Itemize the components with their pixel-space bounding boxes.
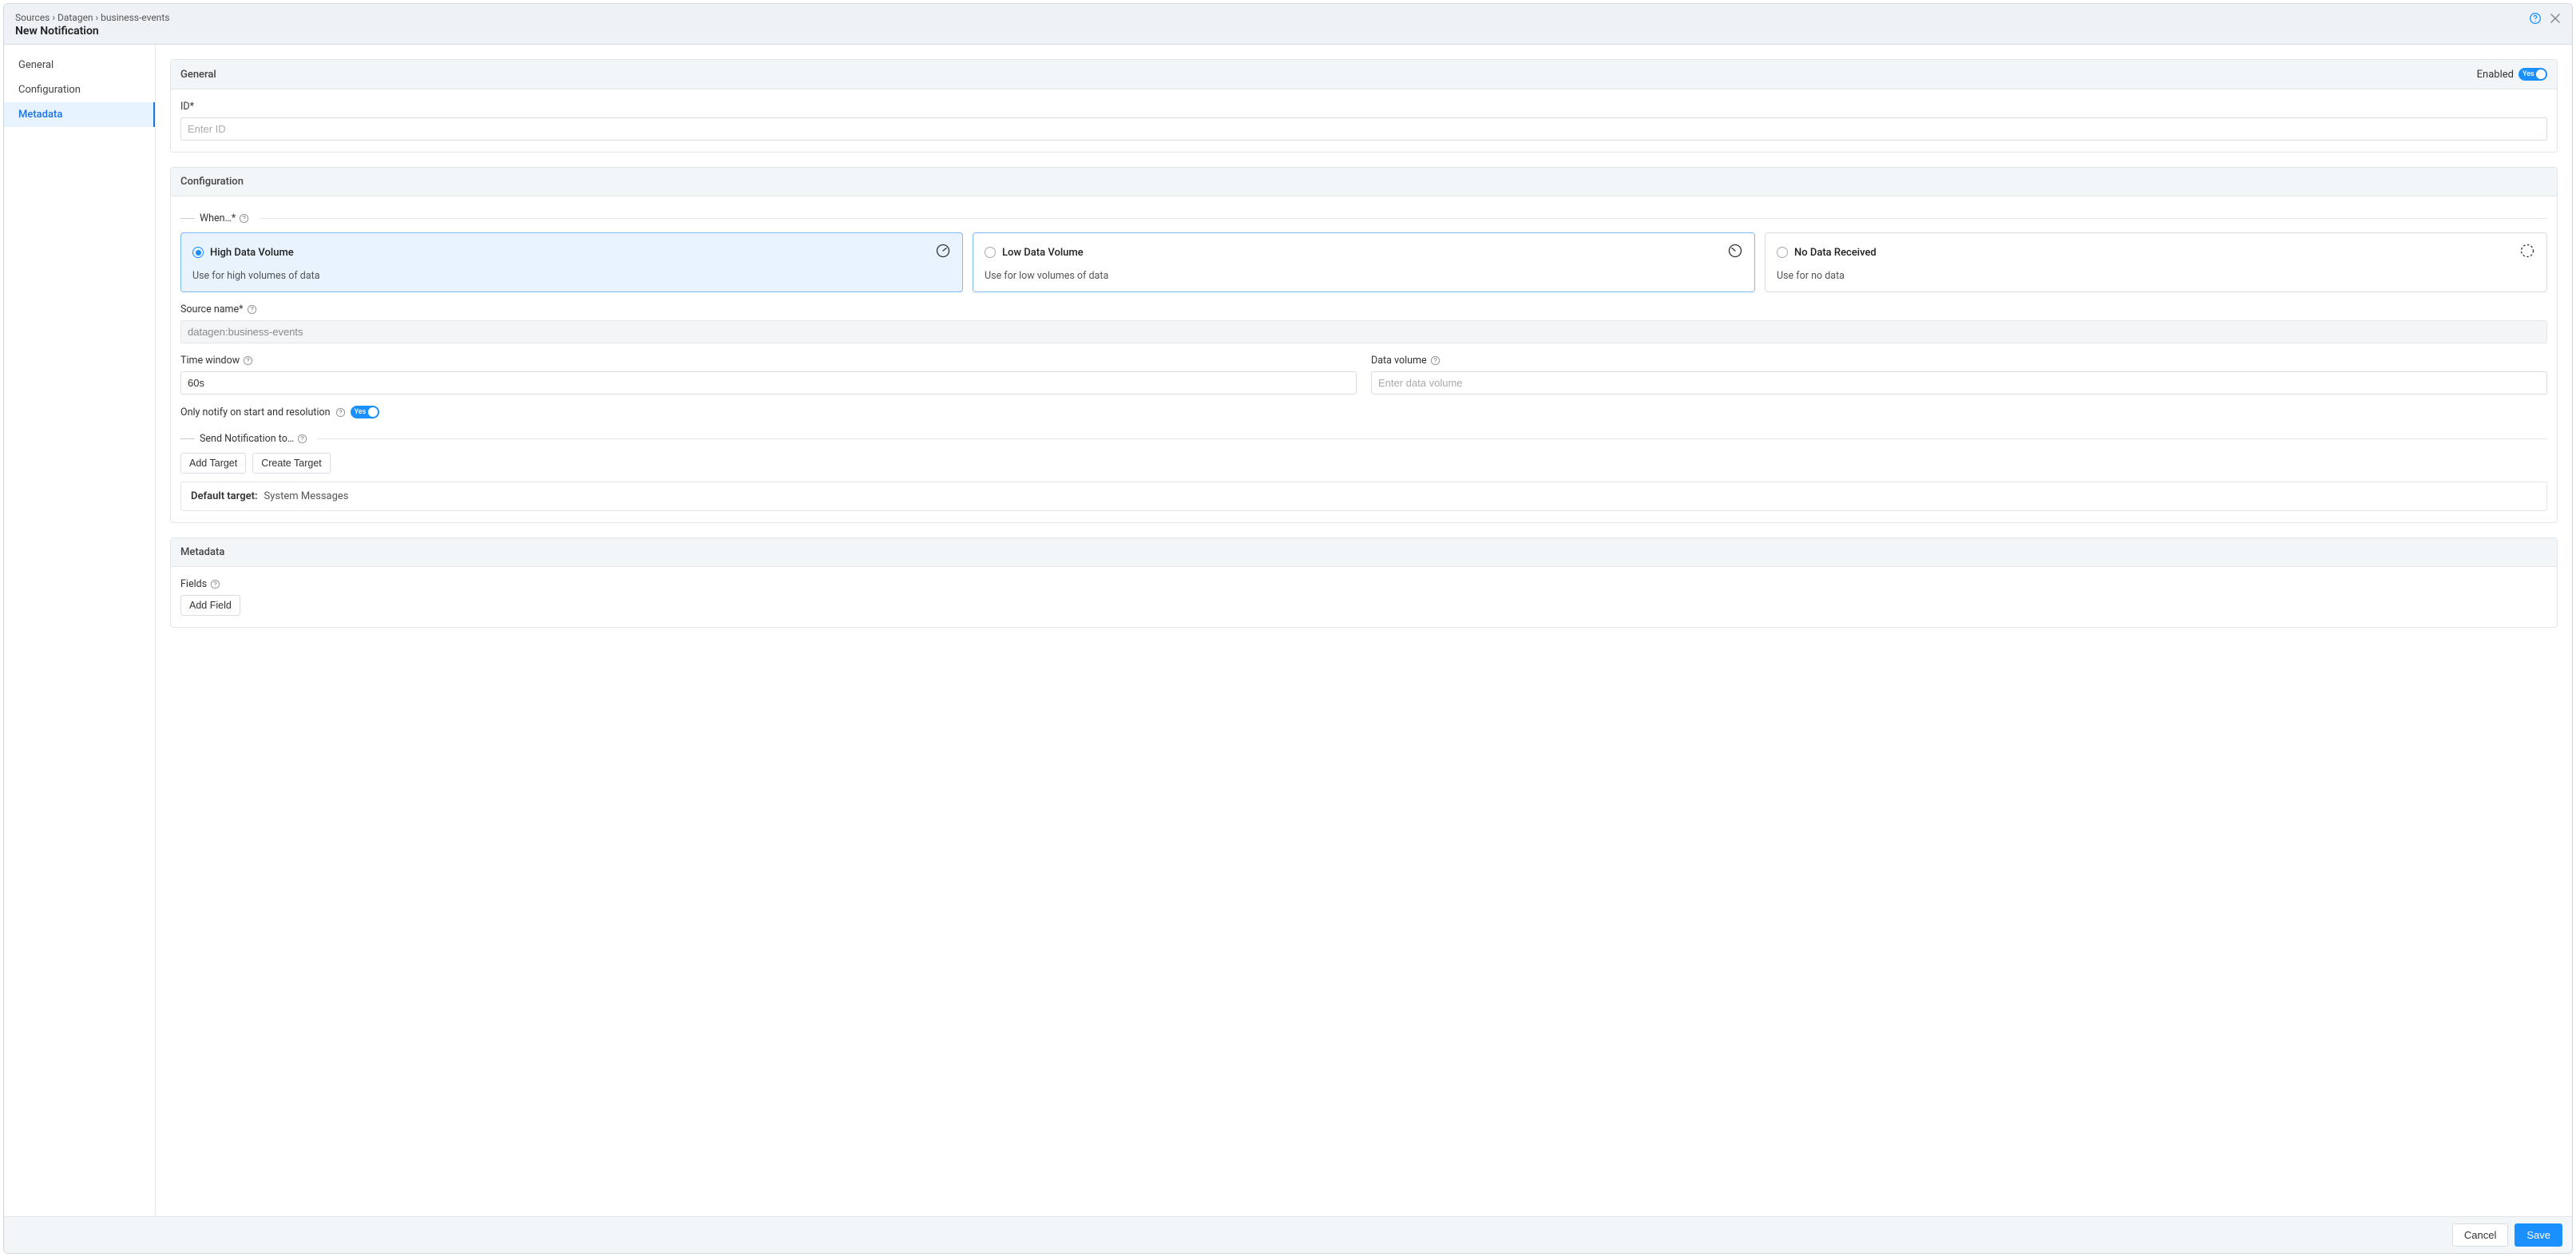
id-input[interactable]	[180, 117, 2547, 141]
help-icon[interactable]	[297, 434, 307, 444]
id-label: ID*	[180, 101, 2547, 113]
panel-metadata: Metadata Fields Add Field	[170, 537, 2558, 628]
save-button[interactable]: Save	[2515, 1223, 2562, 1247]
send-notification-to-label: Send Notification to…	[200, 433, 294, 445]
breadcrumb: Sources › Datagen › business-events	[15, 12, 169, 23]
gauge-none-icon	[2519, 243, 2535, 262]
add-field-button[interactable]: Add Field	[180, 595, 240, 616]
sidebar-item-general[interactable]: General	[4, 53, 155, 77]
breadcrumb-business-events[interactable]: business-events	[101, 12, 169, 23]
panel-metadata-heading: Metadata	[180, 546, 224, 558]
help-icon[interactable]	[243, 355, 253, 366]
help-icon[interactable]	[1430, 355, 1441, 366]
breadcrumb-datagen[interactable]: Datagen	[57, 12, 93, 23]
when-option-desc: Use for no data	[1777, 270, 2535, 282]
help-icon[interactable]	[210, 579, 220, 589]
gauge-low-icon	[1727, 243, 1743, 262]
radio-icon	[985, 247, 996, 258]
when-option-desc: Use for high volumes of data	[192, 270, 951, 282]
footer: Cancel Save	[4, 1216, 2572, 1253]
help-icon[interactable]	[2529, 12, 2542, 25]
data-volume-label: Data volume	[1371, 355, 1427, 367]
page-title: New Notification	[15, 25, 169, 38]
time-window-input[interactable]	[180, 371, 1357, 395]
sidebar-item-configuration[interactable]: Configuration	[4, 77, 155, 102]
add-target-button[interactable]: Add Target	[180, 453, 246, 474]
time-window-label: Time window	[180, 355, 240, 367]
when-option-no-data-received[interactable]: No Data Received Use for no data	[1765, 232, 2547, 292]
fields-label: Fields	[180, 578, 207, 590]
help-icon[interactable]	[335, 407, 346, 418]
panel-configuration: Configuration When…*	[170, 167, 2558, 523]
help-icon[interactable]	[239, 213, 249, 224]
when-label: When…*	[200, 212, 236, 224]
data-volume-input[interactable]	[1371, 371, 2547, 395]
help-icon[interactable]	[247, 304, 257, 315]
default-target-box: Default target: System Messages	[180, 482, 2547, 511]
notify-start-res-toggle[interactable]: Yes	[351, 406, 379, 418]
default-target-label: Default target:	[191, 490, 258, 502]
when-option-high-data-volume[interactable]: High Data Volume Use for high volumes of…	[180, 232, 963, 292]
panel-general-heading: General	[180, 69, 216, 81]
when-option-low-data-volume[interactable]: Low Data Volume Use for low volumes of d…	[973, 232, 1755, 292]
when-option-title: No Data Received	[1794, 247, 1877, 259]
sidebar-item-metadata[interactable]: Metadata	[4, 102, 155, 127]
when-option-desc: Use for low volumes of data	[985, 270, 1743, 282]
gauge-high-icon	[935, 243, 951, 262]
page-header: Sources › Datagen › business-events New …	[4, 4, 2572, 45]
sidebar: General Configuration Metadata	[4, 45, 156, 1216]
source-name-label: Source name*	[180, 303, 244, 315]
panel-configuration-heading: Configuration	[180, 176, 244, 188]
close-icon[interactable]	[2550, 13, 2561, 24]
default-target-value: System Messages	[264, 490, 349, 502]
when-option-title: Low Data Volume	[1002, 247, 1084, 259]
enabled-toggle[interactable]: Yes	[2519, 68, 2547, 81]
main-content: General Enabled Yes ID*	[156, 45, 2572, 1216]
radio-icon	[192, 247, 204, 258]
create-target-button[interactable]: Create Target	[252, 453, 331, 474]
source-name-input	[180, 320, 2547, 343]
cancel-button[interactable]: Cancel	[2452, 1223, 2508, 1247]
panel-general: General Enabled Yes ID*	[170, 59, 2558, 153]
radio-icon	[1777, 247, 1788, 258]
breadcrumb-separator: ›	[96, 12, 99, 23]
notify-start-res-label: Only notify on start and resolution	[180, 406, 331, 418]
toggle-yes-label: Yes	[355, 408, 367, 416]
when-option-title: High Data Volume	[210, 247, 294, 259]
breadcrumb-separator: ›	[52, 12, 55, 23]
enabled-label: Enabled	[2477, 69, 2514, 81]
breadcrumb-sources[interactable]: Sources	[15, 12, 50, 23]
toggle-yes-label: Yes	[2522, 70, 2534, 78]
